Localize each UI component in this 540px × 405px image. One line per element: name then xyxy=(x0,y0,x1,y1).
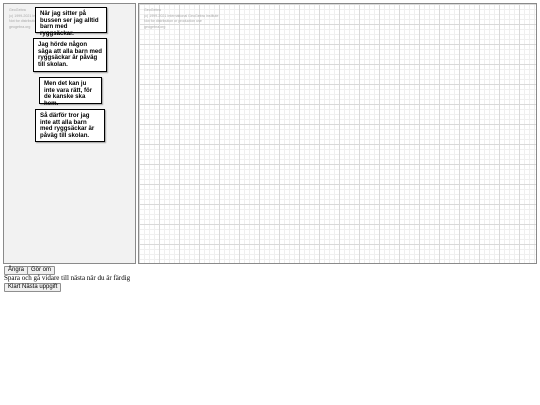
note-card-1[interactable]: När jag sitter på bussen ser jag alltid … xyxy=(35,7,107,37)
note-card-2[interactable]: Jag hörde någon säga att alla barn med r… xyxy=(33,38,107,72)
watermark-right: GeoGebra (c) 1999-2021 International Geo… xyxy=(144,8,219,29)
instruction-text: Spara och gå vidare till nästa när du är… xyxy=(4,274,131,282)
note-card-3[interactable]: Men det kan ju inte vara rätt, för de ka… xyxy=(39,77,102,107)
left-workspace-panel[interactable]: GeoGebra (c) 1999-2021 International Geo… xyxy=(3,3,136,264)
next-task-button[interactable]: Klart Nästa uppgift xyxy=(4,283,62,292)
note-card-4[interactable]: Så därför tror jag inte att alla barn me… xyxy=(35,109,105,142)
graphics-canvas-grid[interactable]: GeoGebra (c) 1999-2021 International Geo… xyxy=(138,3,537,264)
